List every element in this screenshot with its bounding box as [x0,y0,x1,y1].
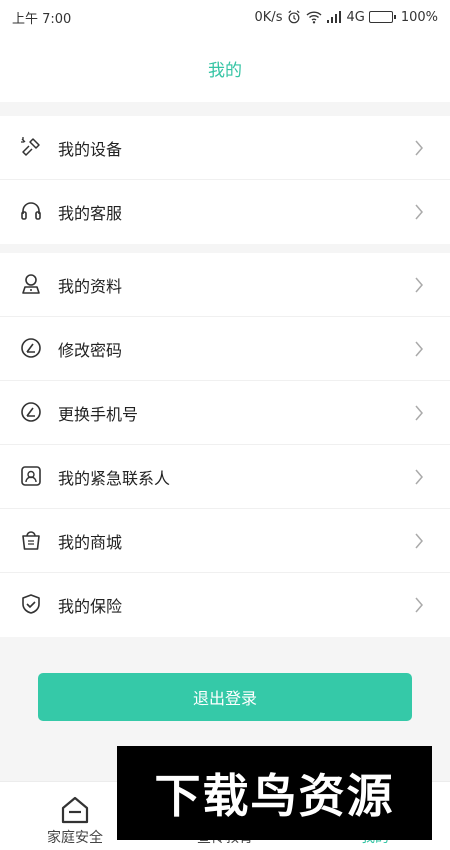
chevron-right-icon [415,469,423,485]
profile-icon [22,274,40,294]
menu-item-my-profile[interactable]: 我的资料 [0,253,450,317]
logout-button[interactable]: 退出登录 [38,673,412,721]
chevron-right-icon [415,341,423,357]
menu-item-emergency-contact[interactable]: 我的紧急联系人 [0,445,450,509]
menu-item-my-devices[interactable]: 我的设备 [0,116,450,180]
menu-item-label: 我的保险 [58,597,123,616]
status-right: 0K/s 4G 100% [255,10,438,25]
menu-item-label: 我的资料 [58,276,123,296]
alarm-icon [288,10,301,24]
watermark-logo: 下载鸟资源 [117,746,432,840]
edit-circle-icon [21,402,41,422]
menu-group-1: 我的设备 我的客服 [0,116,450,244]
menu-item-label: 更换手机号 [58,404,139,424]
menu-item-customer-service[interactable]: 我的客服 [0,180,450,244]
shield-check-icon [22,594,40,614]
device-link-icon [21,137,40,156]
headset-icon [21,202,41,220]
chevron-right-icon [415,204,423,220]
net-speed: 0K/s [254,9,283,25]
chevron-right-icon [415,405,423,421]
page-title: 我的 [208,60,242,81]
wifi-icon [306,11,322,24]
menu-group-2: 我的资料 修改密码 更换手机号 我的紧急联系人 我的商城 我的保险 [0,253,450,637]
chevron-right-icon [415,277,423,293]
menu-item-my-shop[interactable]: 我的商城 [0,509,450,573]
menu-item-label: 修改密码 [58,340,123,360]
menu-item-change-password[interactable]: 修改密码 [0,317,450,381]
header: 我的 [0,34,450,102]
menu-item-change-phone[interactable]: 更换手机号 [0,381,450,445]
menu-item-label: 我的紧急联系人 [58,468,171,488]
shop-bag-icon [22,531,40,550]
chevron-right-icon [415,140,423,156]
menu-item-label: 我的设备 [58,139,123,159]
menu-item-label: 我的客服 [58,204,123,223]
home-icon [61,796,89,824]
chevron-right-icon [415,597,423,613]
menu-item-label: 我的商城 [58,532,123,552]
battery-icon [368,11,396,23]
edit-circle-icon [21,338,41,358]
emergency-contact-icon [21,466,41,486]
menu-item-my-insurance[interactable]: 我的保险 [0,573,450,637]
status-time: 上午 7:00 [12,11,72,27]
chevron-right-icon [415,533,423,549]
battery-level: 100% [400,9,438,25]
status-bar: 上午 7:00 0K/s 4G 100% [0,0,450,34]
network-type: 4G [346,9,365,25]
signal-icon [327,11,342,23]
